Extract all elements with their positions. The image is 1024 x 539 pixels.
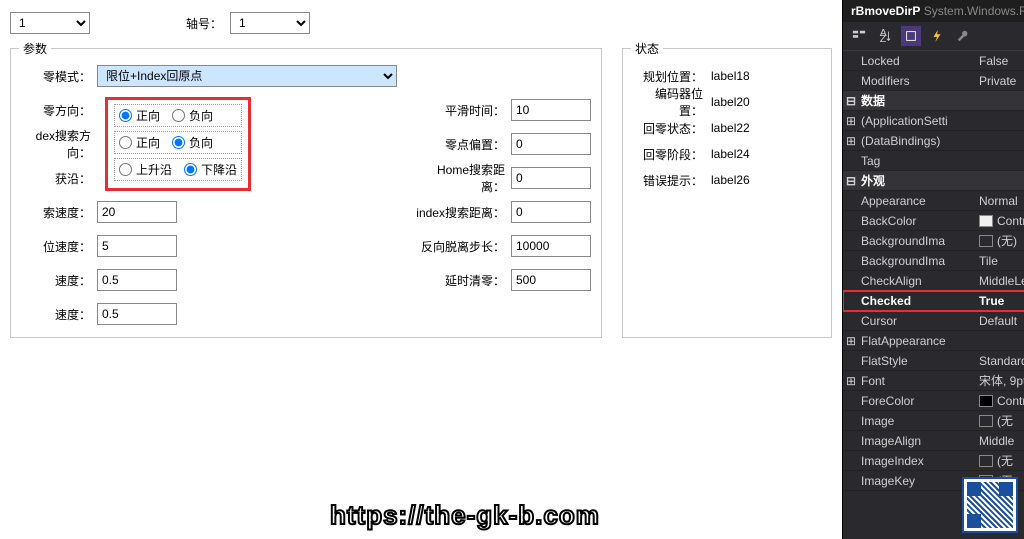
categorized-icon[interactable] <box>849 26 869 46</box>
prop-row[interactable]: LockedFalse <box>843 51 1024 71</box>
enc-pos-val: label20 <box>711 95 750 109</box>
back-step-label: 反向脱离步长： <box>415 238 505 255</box>
idx-dir-label: dex搜索方向： <box>21 127 91 161</box>
vel-input[interactable] <box>97 269 177 291</box>
params-title: 参数 <box>19 40 51 57</box>
combo-1[interactable]: 1 <box>10 12 90 34</box>
events-icon[interactable] <box>927 26 947 46</box>
prop-row[interactable]: ImageAlignMiddle <box>843 431 1024 451</box>
radio-group-highlight: 正向 负向 正向 负向 上升沿 下降沿 <box>105 97 251 191</box>
axis-label: 轴号： <box>186 15 222 32</box>
smooth-input[interactable] <box>511 99 591 121</box>
property-grid[interactable]: LockedFalseModifiersPrivate⊟数据⊞(Applicat… <box>843 51 1024 539</box>
ret-stage-val: label24 <box>711 147 750 161</box>
home-dist-input[interactable] <box>511 167 591 189</box>
prop-row[interactable]: FlatStyleStandard <box>843 351 1024 371</box>
prop-row[interactable]: ForeColorControlText <box>843 391 1024 411</box>
prop-row[interactable]: ⊟外观 <box>843 171 1024 191</box>
svg-text:Z: Z <box>880 33 887 43</box>
vel-label: 速度： <box>21 272 91 289</box>
ret-state-val: label22 <box>711 121 750 135</box>
err-label: 错误提示： <box>633 172 703 189</box>
delay-label: 延时清零： <box>415 272 505 289</box>
prop-row[interactable]: Tag <box>843 151 1024 171</box>
wrench-icon[interactable] <box>953 26 973 46</box>
home-dist-label: Home搜索距离： <box>415 161 505 195</box>
status-title: 状态 <box>631 40 663 57</box>
prop-row[interactable]: Image(无 <box>843 411 1024 431</box>
edge-rise-radio[interactable]: 上升沿 <box>119 161 172 178</box>
prop-row[interactable]: ⊞FlatAppearance <box>843 331 1024 351</box>
props-header: rBmoveDirP System.Windows.Forms <box>843 0 1024 22</box>
params-group: 参数 零模式： 限位+Index回原点 零方向： dex搜索方向： 获沿： <box>10 48 602 338</box>
smooth-label: 平滑时间： <box>415 102 505 119</box>
pos-speed-input[interactable] <box>97 235 177 257</box>
ret-stage-label: 回零阶段： <box>633 146 703 163</box>
dir-label: 零方向： <box>21 102 91 119</box>
vel2-label: 速度： <box>21 306 91 323</box>
vel2-input[interactable] <box>97 303 177 325</box>
edge-label: 获沿： <box>21 170 91 187</box>
prop-row[interactable]: ImageIndex(无 <box>843 451 1024 471</box>
prop-row[interactable]: CheckAlignMiddleLeft <box>843 271 1024 291</box>
index-dist-input[interactable] <box>511 201 591 223</box>
delay-input[interactable] <box>511 269 591 291</box>
prop-row[interactable]: CursorDefault <box>843 311 1024 331</box>
ret-state-label: 回零状态： <box>633 120 703 137</box>
edge-fall-radio[interactable]: 下降沿 <box>184 161 237 178</box>
props-toolbar: AZ <box>843 22 1024 51</box>
mode-combo[interactable]: 限位+Index回原点 <box>97 65 397 87</box>
qr-code <box>962 477 1018 533</box>
idx-neg-radio[interactable]: 负向 <box>172 134 213 151</box>
prop-row[interactable]: ⊞(ApplicationSetti <box>843 111 1024 131</box>
prop-row[interactable]: CheckedTrue <box>843 291 1024 311</box>
pos-speed-label: 位速度： <box>21 238 91 255</box>
prop-row[interactable]: ⊟数据 <box>843 91 1024 111</box>
properties-panel: rBmoveDirP System.Windows.Forms AZ Locke… <box>842 0 1024 539</box>
properties-icon[interactable] <box>901 26 921 46</box>
plan-pos-val: label18 <box>711 69 750 83</box>
prop-row[interactable]: AppearanceNormal <box>843 191 1024 211</box>
prop-row[interactable]: BackColorControl <box>843 211 1024 231</box>
mode-label: 零模式： <box>21 68 91 85</box>
back-step-input[interactable] <box>511 235 591 257</box>
dir-pos-radio[interactable]: 正向 <box>119 107 160 124</box>
prop-row[interactable]: ModifiersPrivate <box>843 71 1024 91</box>
dir-neg-radio[interactable]: 负向 <box>172 107 213 124</box>
enc-pos-label: 编码器位置： <box>633 85 703 119</box>
alpha-sort-icon[interactable]: AZ <box>875 26 895 46</box>
prop-row[interactable]: ⊞Font宋体, 9pt <box>843 371 1024 391</box>
status-group: 状态 规划位置：label18 编码器位置：label20 回零状态：label… <box>622 48 832 338</box>
offset-input[interactable] <box>511 133 591 155</box>
offset-label: 零点偏置： <box>415 136 505 153</box>
index-dist-label: index搜索距离： <box>415 204 505 221</box>
speed-label: 索速度： <box>21 204 91 221</box>
prop-row[interactable]: ⊞(DataBindings) <box>843 131 1024 151</box>
plan-pos-label: 规划位置： <box>633 68 703 85</box>
speed-input[interactable] <box>97 201 177 223</box>
idx-pos-radio[interactable]: 正向 <box>119 134 160 151</box>
err-val: label26 <box>711 173 750 187</box>
form-designer: 1 轴号： 1 参数 零模式： 限位+Index回原点 零方向： <box>0 0 842 539</box>
axis-combo[interactable]: 1 <box>230 12 310 34</box>
watermark: https://the-gk-b.com <box>330 500 600 531</box>
prop-row[interactable]: BackgroundImaTile <box>843 251 1024 271</box>
prop-row[interactable]: BackgroundIma(无) <box>843 231 1024 251</box>
